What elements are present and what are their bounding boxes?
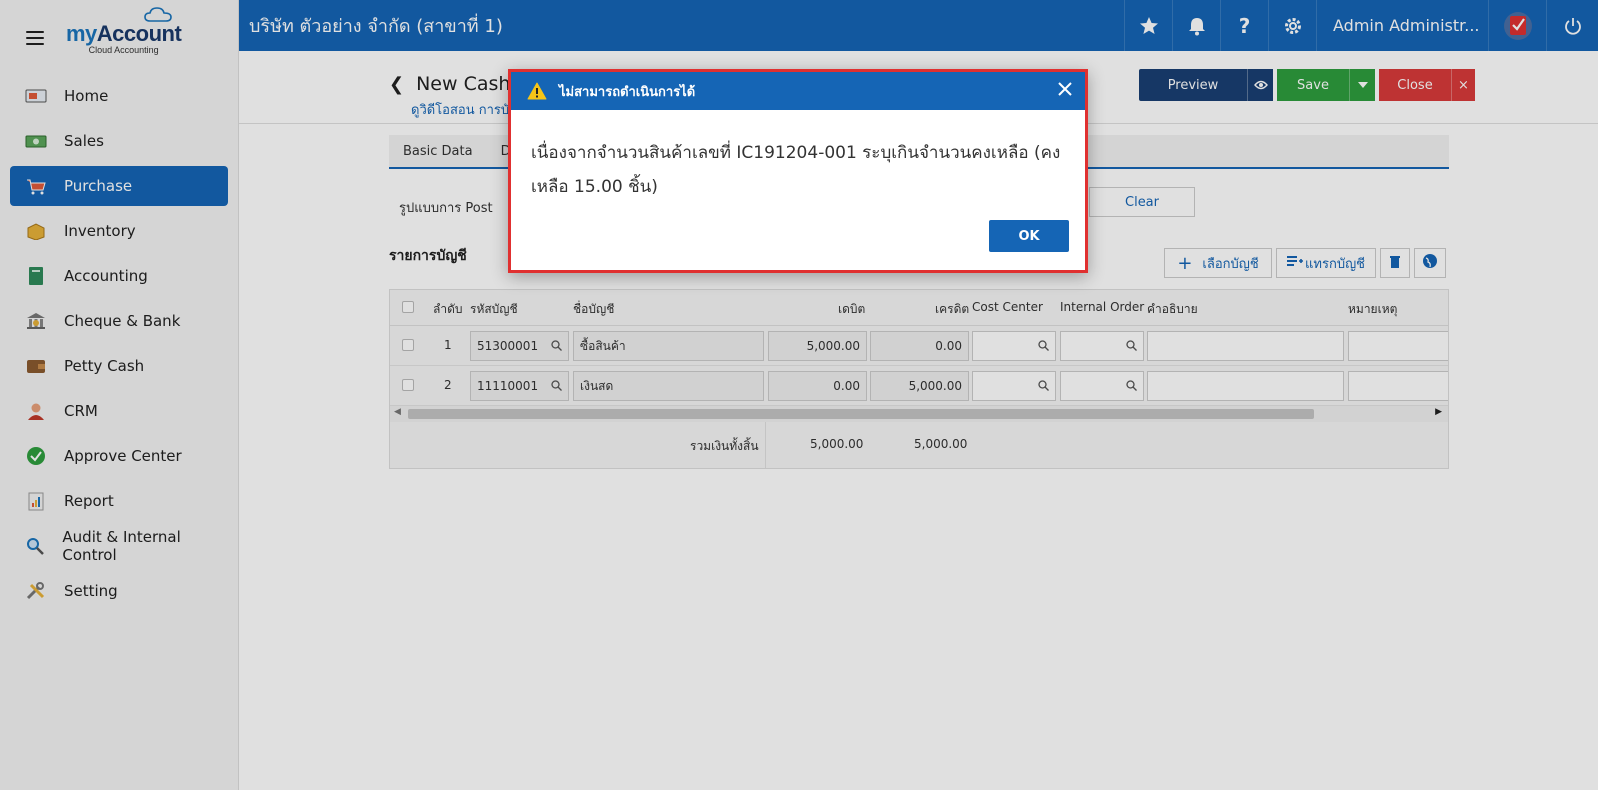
- ok-button[interactable]: OK: [989, 220, 1069, 252]
- dialog-header: ไม่สามารถดำเนินการได้: [511, 72, 1085, 110]
- error-dialog: ไม่สามารถดำเนินการได้ เนื่องจากจำนวนสินค…: [508, 69, 1088, 273]
- dialog-message: เนื่องจากจำนวนสินค้าเลขที่ IC191204-001 …: [531, 143, 1061, 197]
- warning-icon: [527, 82, 547, 100]
- dialog-title: ไม่สามารถดำเนินการได้: [559, 84, 696, 100]
- close-icon[interactable]: [1057, 81, 1073, 101]
